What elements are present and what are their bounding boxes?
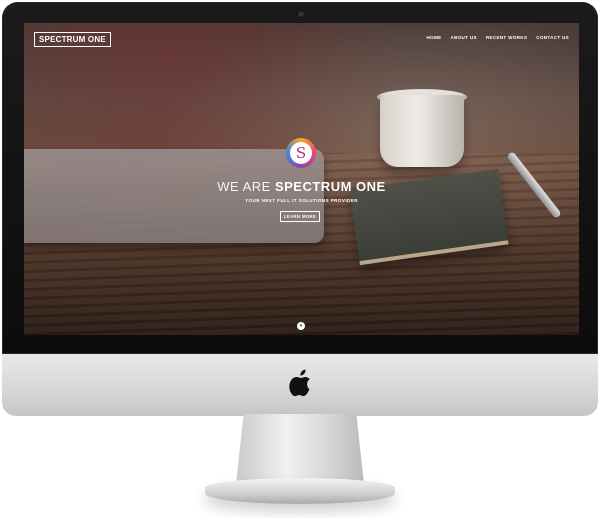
- nav-recent-works[interactable]: RECENT WORKS: [486, 35, 527, 40]
- main-nav: HOME ABOUT US RECENT WORKS CONTACT US: [426, 35, 569, 40]
- apple-logo-icon: [289, 369, 310, 397]
- laptop-photo: [24, 149, 324, 243]
- hero-title: WE ARE SPECTRUM ONE: [24, 179, 579, 194]
- chevron-down-icon[interactable]: ▾: [297, 322, 305, 330]
- brand-badge-letter: S: [290, 142, 312, 164]
- website-screen: SPECTRUM ONE HOME ABOUT US RECENT WORKS …: [24, 23, 579, 335]
- monitor-stand-base: [205, 478, 395, 504]
- nav-about-us[interactable]: ABOUT US: [450, 35, 476, 40]
- coffee-cup-photo: [380, 95, 464, 167]
- nav-contact-us[interactable]: CONTACT US: [536, 35, 569, 40]
- site-logo[interactable]: SPECTRUM ONE: [34, 32, 111, 47]
- imac-mockup: SPECTRUM ONE HOME ABOUT US RECENT WORKS …: [0, 0, 600, 518]
- monitor-stand: [236, 414, 364, 484]
- brand-badge-icon: S: [286, 138, 316, 168]
- hero-subtitle: YOUR NEXT FULL IT SOLUTIONS PROVIDER: [245, 198, 358, 203]
- learn-more-button[interactable]: LEARN MORE: [280, 211, 320, 222]
- camera-icon: [298, 11, 304, 17]
- nav-home[interactable]: HOME: [426, 35, 441, 40]
- hero-title-bold: SPECTRUM ONE: [274, 179, 386, 194]
- hero-title-light: WE ARE: [217, 179, 275, 194]
